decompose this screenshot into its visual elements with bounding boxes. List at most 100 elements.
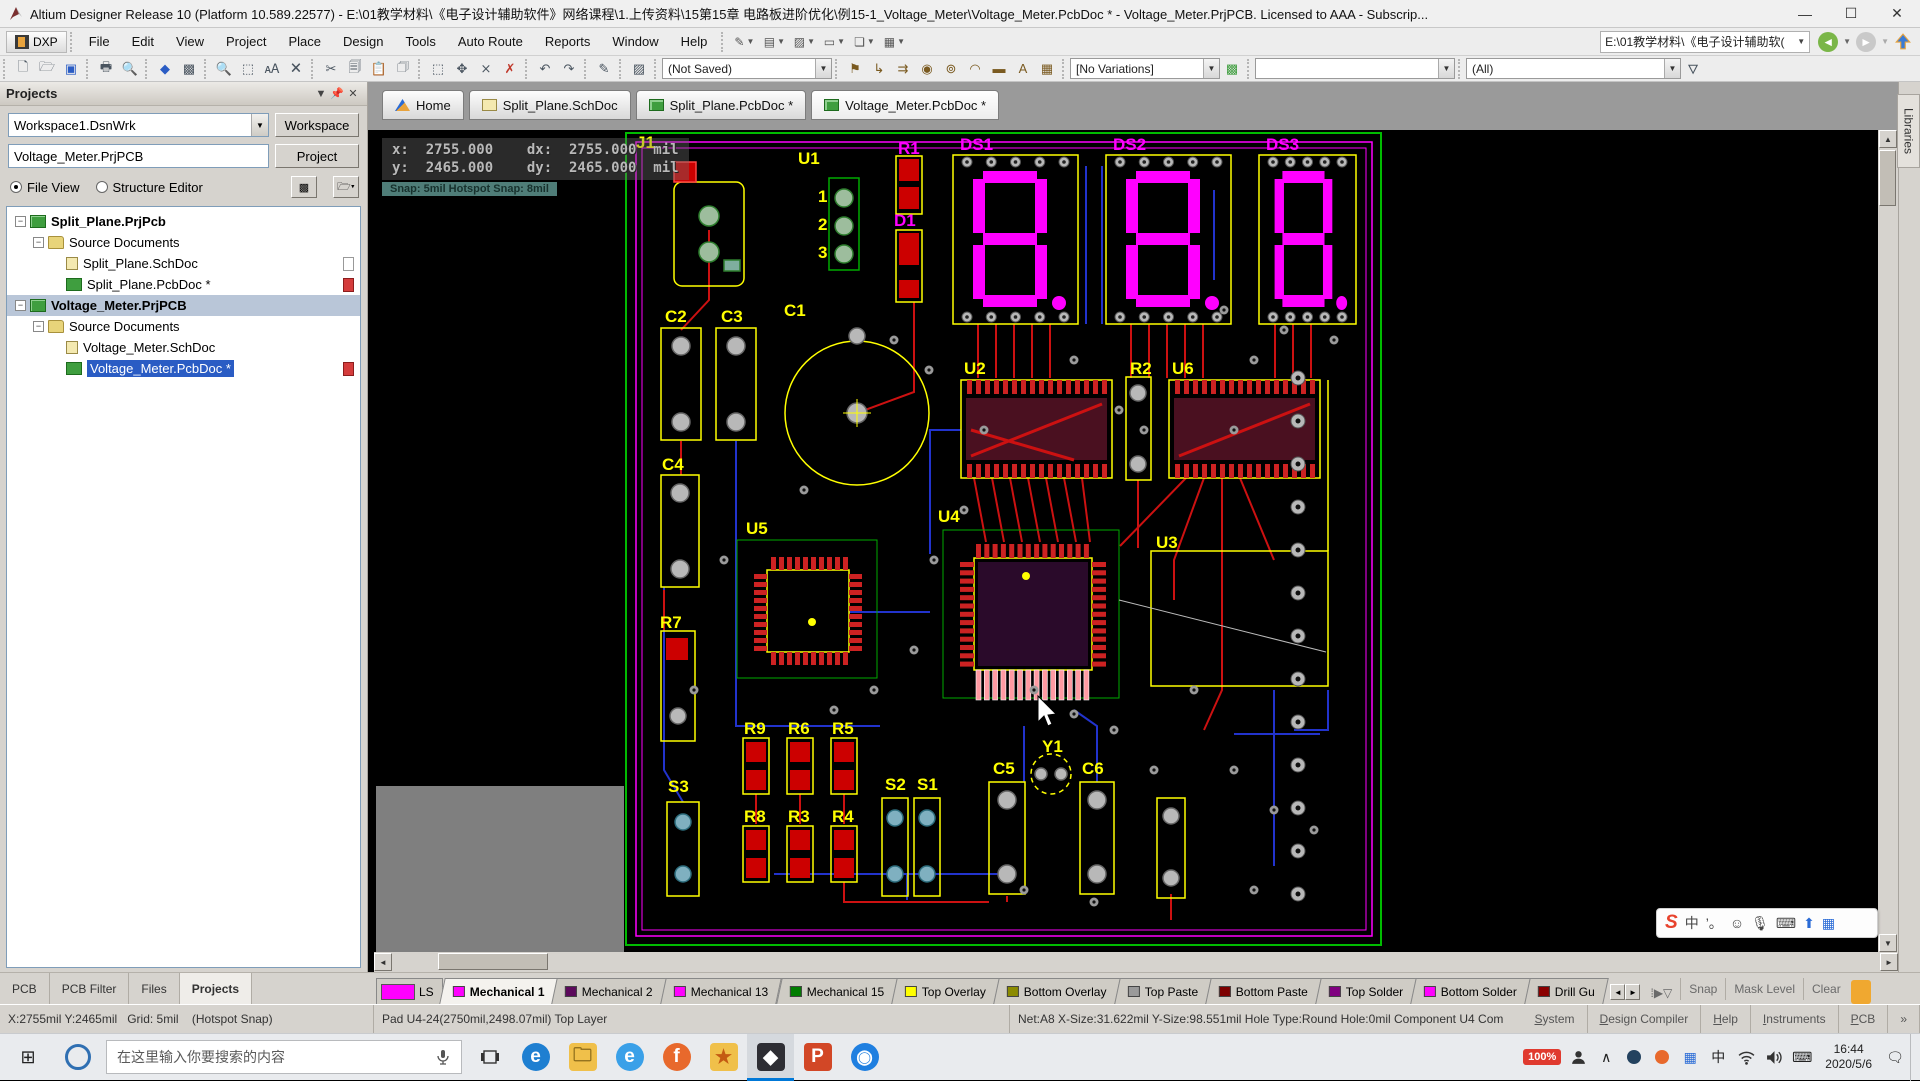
panel-tab-projects[interactable]: Projects bbox=[180, 973, 252, 1004]
toolbar-redo-button[interactable]: ↷ bbox=[557, 58, 581, 80]
menu-place[interactable]: Place bbox=[277, 30, 332, 53]
status-panel-pcb[interactable]: PCB bbox=[1839, 1005, 1889, 1033]
menu-project[interactable]: Project bbox=[215, 30, 277, 53]
powerpoint-taskbar-icon[interactable]: P bbox=[794, 1034, 841, 1081]
tray-battery-badge[interactable]: 100% bbox=[1521, 1037, 1563, 1077]
layer-tab-drill-gu[interactable]: Drill Gu bbox=[1525, 978, 1610, 1004]
layer-color-tool-icon[interactable]: ✎▼ bbox=[729, 31, 759, 53]
status-panel-help[interactable]: Help bbox=[1701, 1005, 1751, 1033]
tray-notification-icon[interactable]: 🗨 bbox=[1882, 1037, 1908, 1077]
annotate-tool-icon[interactable]: ▭▼ bbox=[819, 31, 849, 53]
toolbar-deselect-button[interactable]: ⨯ bbox=[474, 58, 498, 80]
panel-options-icon[interactable]: 🗁▾ bbox=[333, 176, 359, 198]
toolbar-cut-button[interactable]: ✂ bbox=[319, 58, 343, 80]
status-panel--[interactable]: » bbox=[1888, 1005, 1920, 1033]
horizontal-scrollbar[interactable]: ◄ ► bbox=[374, 952, 1898, 972]
panel-close-icon[interactable]: ✕ bbox=[345, 86, 361, 102]
toolbar-zoom-window-button[interactable]: 🔍 bbox=[212, 58, 236, 80]
layer-control-snap[interactable]: Snap bbox=[1680, 978, 1725, 1000]
menu-design[interactable]: Design bbox=[332, 30, 394, 53]
doc-tab-voltage_meter-pcbdoc[interactable]: Voltage_Meter.PcbDoc * bbox=[811, 90, 999, 120]
forward-button[interactable]: ► bbox=[1856, 32, 1876, 52]
filter-combo[interactable]: (All)▼ bbox=[1466, 58, 1681, 79]
task-view-button[interactable] bbox=[468, 1034, 512, 1081]
menu-view[interactable]: View bbox=[165, 30, 215, 53]
variations-combo[interactable]: [No Variations]▼ bbox=[1070, 58, 1220, 79]
tray-people-icon[interactable] bbox=[1565, 1037, 1591, 1077]
menu-auto-route[interactable]: Auto Route bbox=[447, 30, 534, 53]
cascade-tool-icon[interactable]: ❏▼ bbox=[849, 31, 879, 53]
menu-help[interactable]: Help bbox=[670, 30, 719, 53]
layer-sets-tab[interactable]: LS bbox=[376, 978, 443, 1004]
expand-collapse-icon[interactable]: − bbox=[33, 321, 44, 332]
tray-grid-icon[interactable]: ▦ bbox=[1677, 1037, 1703, 1077]
menu-file[interactable]: File bbox=[78, 30, 121, 53]
tray-volume-icon[interactable] bbox=[1761, 1037, 1787, 1077]
sogou-upload-icon[interactable]: ⬆ bbox=[1803, 915, 1815, 932]
sogou-logo-icon[interactable]: S bbox=[1665, 912, 1678, 934]
toolbar-move-button[interactable]: ✥ bbox=[450, 58, 474, 80]
sogou-mic-icon[interactable]: 🎙 bbox=[1751, 915, 1769, 932]
structure-editor-radio[interactable]: Structure Editor bbox=[96, 180, 203, 195]
pin-icon[interactable]: 📌 bbox=[329, 86, 345, 102]
tree-item-voltage_meter-pcbdoc[interactable]: Voltage_Meter.PcbDoc * bbox=[7, 358, 360, 379]
tree-item-source-documents[interactable]: −Source Documents bbox=[7, 232, 360, 253]
tree-item-voltage_meter-schdoc[interactable]: Voltage_Meter.SchDoc bbox=[7, 337, 360, 358]
panel-tool-icon[interactable]: ▩ bbox=[291, 176, 317, 198]
doc-tab-split_plane-pcbdoc[interactable]: Split_Plane.PcbDoc * bbox=[636, 90, 807, 120]
toolbar-component-button[interactable]: ▦ bbox=[1035, 58, 1059, 80]
toolbar-interactive-edit-button[interactable]: ✎ bbox=[592, 58, 616, 80]
dxp-menu[interactable]: DXP bbox=[6, 31, 67, 53]
sogou-emoji-icon[interactable]: ☺ bbox=[1730, 915, 1744, 931]
project-button[interactable]: Project bbox=[275, 144, 359, 168]
menu-edit[interactable]: Edit bbox=[121, 30, 165, 53]
back-button[interactable]: ◄ bbox=[1818, 32, 1838, 52]
sogou-toolbox-icon[interactable]: ▦ bbox=[1822, 915, 1835, 932]
vertical-scrollbar[interactable]: ▲ ▼ bbox=[1878, 130, 1898, 952]
tray-keyboard-icon[interactable]: ⌨ bbox=[1789, 1037, 1815, 1077]
panel-tab-pcb-filter[interactable]: PCB Filter bbox=[50, 973, 130, 1004]
toolbar-clear-filter-button[interactable]: ✗ bbox=[498, 58, 522, 80]
toolbar-diff-pair-button[interactable]: ⇉ bbox=[891, 58, 915, 80]
snap-toggle-icons[interactable]: ⁞▶▽ bbox=[1642, 982, 1680, 1004]
grid-tool-icon[interactable]: ▦▼ bbox=[879, 31, 909, 53]
toolbar-select-area-button[interactable]: ⬚ bbox=[426, 58, 450, 80]
toolbar-print-button[interactable]: 🖶 bbox=[94, 58, 118, 80]
firefox-taskbar-icon[interactable]: f bbox=[653, 1034, 700, 1081]
project-combo[interactable]: Voltage_Meter.PrjPCB bbox=[8, 144, 269, 168]
microphone-icon[interactable] bbox=[435, 1049, 451, 1065]
toolbar-route-button[interactable]: ↳ bbox=[867, 58, 891, 80]
toolbar-arc-button[interactable]: ◠ bbox=[963, 58, 987, 80]
tree-item-split_plane-pcbdoc[interactable]: Split_Plane.PcbDoc * bbox=[7, 274, 360, 295]
toolbar-zoom-format-button[interactable]: 🗚 bbox=[260, 58, 284, 80]
tray-hidden-icons[interactable]: ∧ bbox=[1593, 1037, 1619, 1077]
toolbar-string-button[interactable]: A bbox=[1011, 58, 1035, 80]
ie-taskbar-icon[interactable]: e bbox=[606, 1034, 653, 1081]
altium-taskbar-icon[interactable]: ◆ bbox=[747, 1034, 794, 1081]
toolbar-zoom-clear-button[interactable]: 🗙 bbox=[284, 58, 308, 80]
find-similar-tool-icon[interactable]: ▨▼ bbox=[789, 31, 819, 53]
toolbar-fill-button[interactable]: ▬ bbox=[987, 58, 1011, 80]
status-panel-design-compiler[interactable]: Design Compiler bbox=[1588, 1005, 1702, 1033]
favorites-path-combo[interactable]: E:\01教学材料\《电子设计辅助软(▼ bbox=[1600, 31, 1810, 53]
sogou-keyboard-icon[interactable]: ⌨ bbox=[1776, 915, 1796, 932]
panel-tab-pcb[interactable]: PCB bbox=[0, 973, 50, 1004]
menu-reports[interactable]: Reports bbox=[534, 30, 602, 53]
tray-wifi-icon[interactable] bbox=[1733, 1037, 1759, 1077]
back-dropdown[interactable]: ▼ bbox=[1843, 37, 1851, 46]
tree-item-split_plane-schdoc[interactable]: Split_Plane.SchDoc bbox=[7, 253, 360, 274]
toolbar-paste-button[interactable]: 📋 bbox=[367, 58, 391, 80]
show-desktop-button[interactable] bbox=[1910, 1034, 1918, 1081]
tab-scroll-left[interactable]: ◄ bbox=[1610, 984, 1625, 1000]
file-explorer-taskbar-icon[interactable]: 🗀 bbox=[559, 1034, 606, 1081]
device-combo[interactable]: ▼ bbox=[1255, 58, 1455, 79]
toolbar-pad-button[interactable]: ◉ bbox=[915, 58, 939, 80]
toolbar-copy-button[interactable]: 🗐 bbox=[343, 58, 367, 80]
taskbar-search-input[interactable]: 在这里输入你要搜索的内容 bbox=[106, 1040, 462, 1074]
sogou-punct-mode[interactable]: ’。 bbox=[1706, 913, 1723, 933]
toolbar-view-3d-button[interactable]: ◆ bbox=[153, 58, 177, 80]
toolbar-new-button[interactable]: 🗋 bbox=[11, 58, 35, 80]
tray-app1-icon[interactable] bbox=[1621, 1037, 1647, 1077]
toolbar-variant-icon[interactable]: ▩ bbox=[1220, 58, 1244, 80]
doc-tab-split_plane-schdoc[interactable]: Split_Plane.SchDoc bbox=[469, 90, 631, 120]
